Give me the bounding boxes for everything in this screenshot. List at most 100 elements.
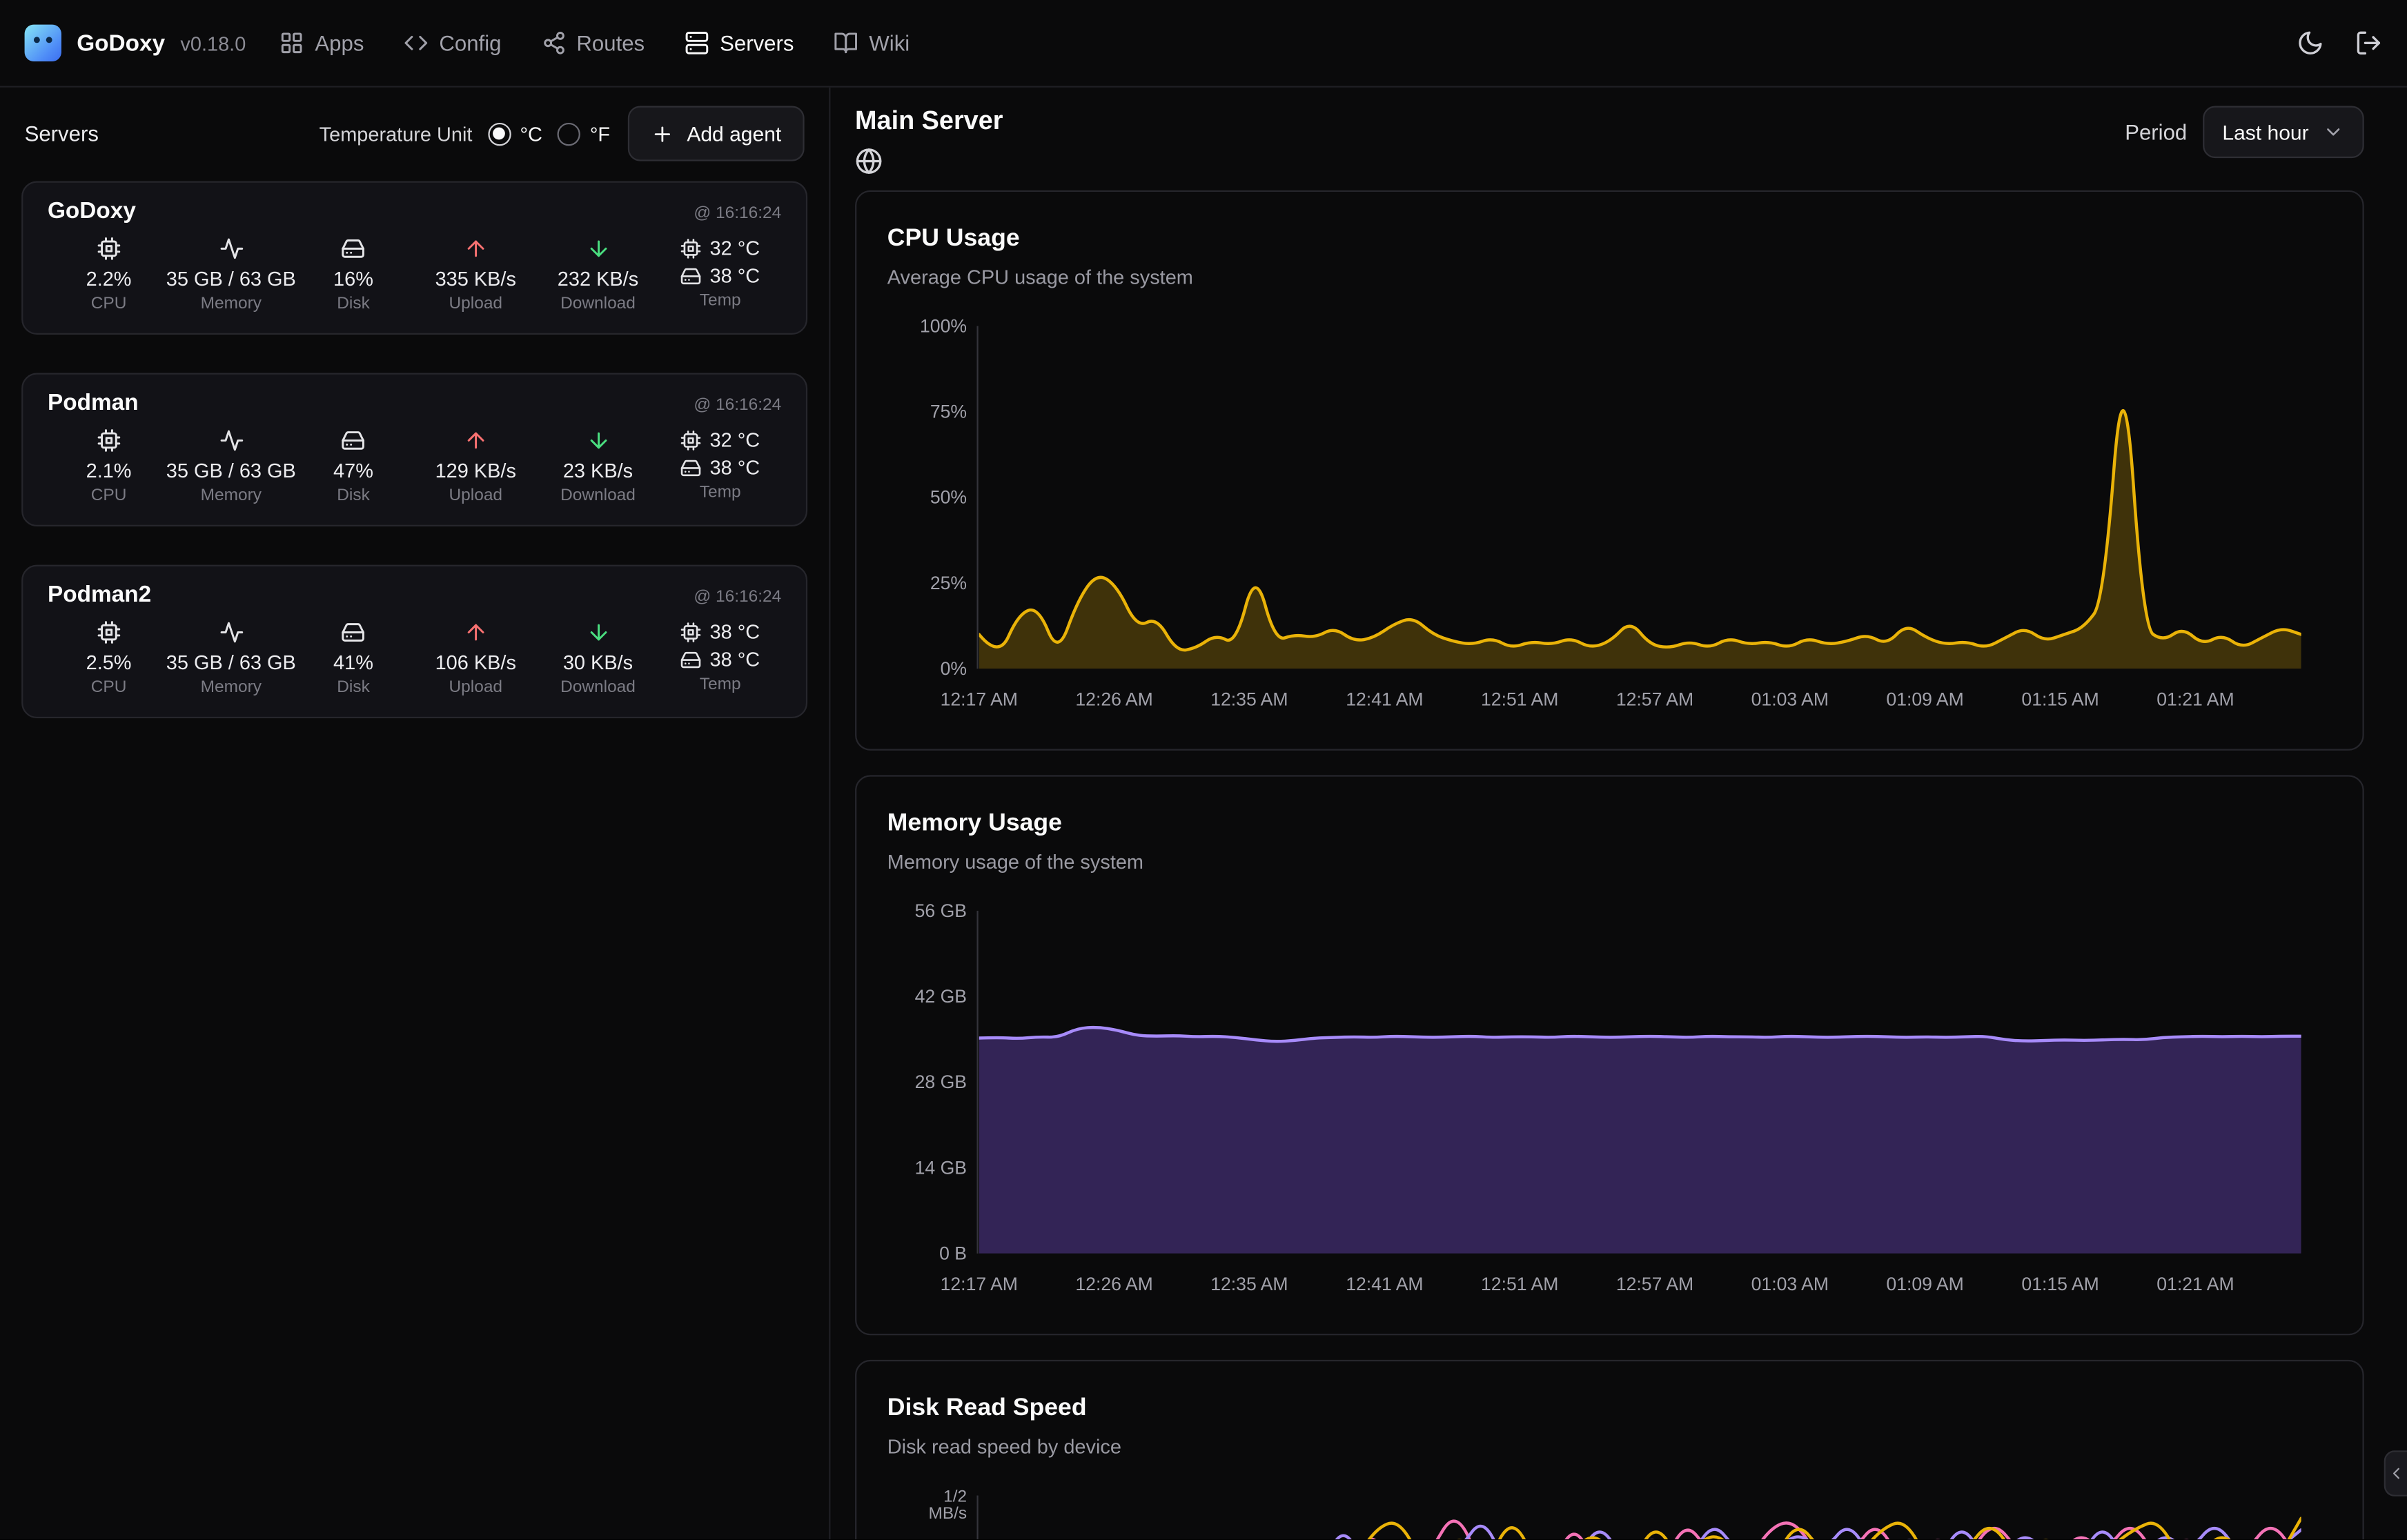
temp-rows: 38 °C 38 °C [680, 620, 760, 671]
svg-text:12:17 AM: 12:17 AM [941, 1274, 1018, 1294]
temperature-unit-label: Temperature Unit [320, 122, 473, 145]
chart-subtitle: Memory usage of the system [887, 849, 2332, 876]
collapse-panel-tab[interactable] [2384, 1450, 2407, 1497]
period-value: Last hour [2222, 121, 2308, 144]
globe-icon[interactable] [855, 148, 883, 175]
stat-label: Disk [337, 486, 370, 506]
temp-rows: 32 °C38 °C [680, 237, 760, 287]
disk-temp-value: 38 °C [710, 456, 760, 479]
chart-title: Disk Read Speed [887, 1392, 2332, 1426]
nav-item-label: Routes [576, 30, 645, 55]
stat-memory: 35 GB / 63 GBMemory [170, 620, 292, 698]
nav-item-label: Wiki [869, 30, 910, 55]
chevron-left-icon [2387, 1464, 2406, 1483]
cpu-temp-value: 32 °C [710, 237, 760, 259]
nav-item-wiki[interactable]: Wiki [834, 30, 910, 55]
servers-panel-header: Servers Temperature Unit °C °F Add agent [21, 103, 807, 181]
nav-item-routes[interactable]: Routes [541, 30, 645, 55]
server-timestamp: @ 16:16:24 [694, 588, 781, 606]
stat-download: 30 KB/sDownload [537, 620, 659, 698]
svg-text:0 B: 0 B [939, 1243, 967, 1264]
stat-value: 129 KB/s [435, 459, 516, 482]
godoxy-logo-icon [25, 25, 61, 61]
disk-temp-value: 38 °C [710, 648, 760, 671]
arrow-down-icon [586, 620, 611, 645]
stat-value: 35 GB / 63 GB [166, 267, 296, 290]
cpu-usage-chart: 100%75%50%25%0%12:17 AM12:26 AM12:35 AM1… [887, 310, 2332, 718]
period-group: Period Last hour [2125, 106, 2364, 158]
chip-icon [97, 237, 121, 261]
period-select[interactable]: Last hour [2202, 106, 2364, 158]
server-card[interactable]: GoDoxy@ 16:16:242.2%CPU35 GB / 63 GBMemo… [21, 181, 807, 334]
main-panel: Main Server Period Last hour CPU UsageAv… [830, 88, 2407, 1539]
celsius-radio[interactable]: °C [488, 122, 542, 145]
stat-label: Download [560, 295, 636, 315]
cpu-usage-card: CPU UsageAverage CPU usage of the system… [855, 190, 2364, 751]
nav-item-servers[interactable]: Servers [685, 30, 794, 55]
stat-label: Disk [337, 295, 370, 315]
stat-label: Upload [449, 295, 502, 315]
server-stats-row: 2.5%CPU35 GB / 63 GBMemory41%Disk106 KB/… [48, 620, 781, 698]
server-card-header: Podman2@ 16:16:24 [48, 582, 781, 609]
stat-cpu: 2.2%CPU [48, 237, 170, 315]
arrow-down-icon [586, 428, 611, 453]
chip-icon [680, 237, 702, 259]
grid-icon [279, 30, 304, 55]
navbar-actions [2297, 29, 2383, 57]
celsius-label: °C [520, 122, 542, 145]
stat-label: CPU [91, 678, 127, 698]
cpu-temp-value: 32 °C [710, 428, 760, 451]
book-icon [834, 30, 858, 55]
cpu-temp-row: 38 °C [680, 620, 760, 643]
nav-item-apps[interactable]: Apps [279, 30, 364, 55]
memory-usage-card: Memory UsageMemory usage of the system56… [855, 775, 2364, 1335]
content: Servers Temperature Unit °C °F Add agent [0, 88, 2407, 1539]
stat-label: Upload [449, 678, 502, 698]
servers-panel-title: Servers [25, 121, 301, 146]
stat-value: 335 KB/s [435, 267, 516, 290]
nav-item-config[interactable]: Config [404, 30, 501, 55]
stat-value: 232 KB/s [558, 267, 638, 290]
server-card[interactable]: Podman2@ 16:16:242.5%CPU35 GB / 63 GBMem… [21, 565, 807, 718]
svg-text:12:51 AM: 12:51 AM [1481, 689, 1558, 709]
chip-icon [97, 620, 121, 645]
logout-button[interactable] [2355, 29, 2382, 57]
code-icon [404, 30, 429, 55]
logout-icon [2355, 29, 2382, 57]
svg-text:12:35 AM: 12:35 AM [1210, 689, 1288, 709]
period-label: Period [2125, 120, 2187, 145]
svg-text:1/2: 1/2 [943, 1487, 967, 1506]
stat-value: 106 KB/s [435, 651, 516, 673]
stat-memory: 35 GB / 63 GBMemory [170, 428, 292, 506]
stat-value: 30 KB/s [563, 651, 633, 673]
drive-icon [680, 457, 702, 478]
server-card[interactable]: Podman@ 16:16:242.1%CPU35 GB / 63 GBMemo… [21, 373, 807, 526]
drive-icon [341, 428, 366, 453]
server-stats-row: 2.2%CPU35 GB / 63 GBMemory16%Disk335 KB/… [48, 237, 781, 315]
version-label: v0.18.0 [180, 32, 246, 55]
stat-value: 35 GB / 63 GB [166, 459, 296, 482]
fahrenheit-radio[interactable]: °F [558, 122, 610, 145]
plus-icon [651, 122, 674, 145]
svg-text:01:03 AM: 01:03 AM [1751, 1274, 1829, 1294]
stat-label: Temp [700, 292, 741, 312]
server-timestamp: @ 16:16:24 [694, 396, 781, 415]
svg-text:01:15 AM: 01:15 AM [2021, 689, 2099, 709]
disk-read-speed-card: Disk Read SpeedDisk read speed by device… [855, 1360, 2364, 1539]
svg-text:56 GB: 56 GB [915, 900, 967, 921]
stat-value: 47% [333, 459, 373, 482]
chevron-down-icon [2323, 121, 2344, 143]
stat-value: 2.2% [86, 267, 132, 290]
server-timestamp: @ 16:16:24 [694, 204, 781, 223]
stat-disk: 41%Disk [292, 620, 414, 698]
svg-text:28 GB: 28 GB [915, 1072, 967, 1092]
theme-toggle-button[interactable] [2297, 29, 2324, 57]
svg-text:12:41 AM: 12:41 AM [1346, 1274, 1423, 1294]
svg-text:25%: 25% [930, 573, 967, 593]
radio-checked-icon [488, 122, 511, 145]
cpu-temp-value: 38 °C [710, 620, 760, 643]
radio-unchecked-icon [558, 122, 580, 145]
stat-label: Download [560, 486, 636, 506]
add-agent-button[interactable]: Add agent [629, 106, 805, 161]
svg-text:14 GB: 14 GB [915, 1157, 967, 1178]
